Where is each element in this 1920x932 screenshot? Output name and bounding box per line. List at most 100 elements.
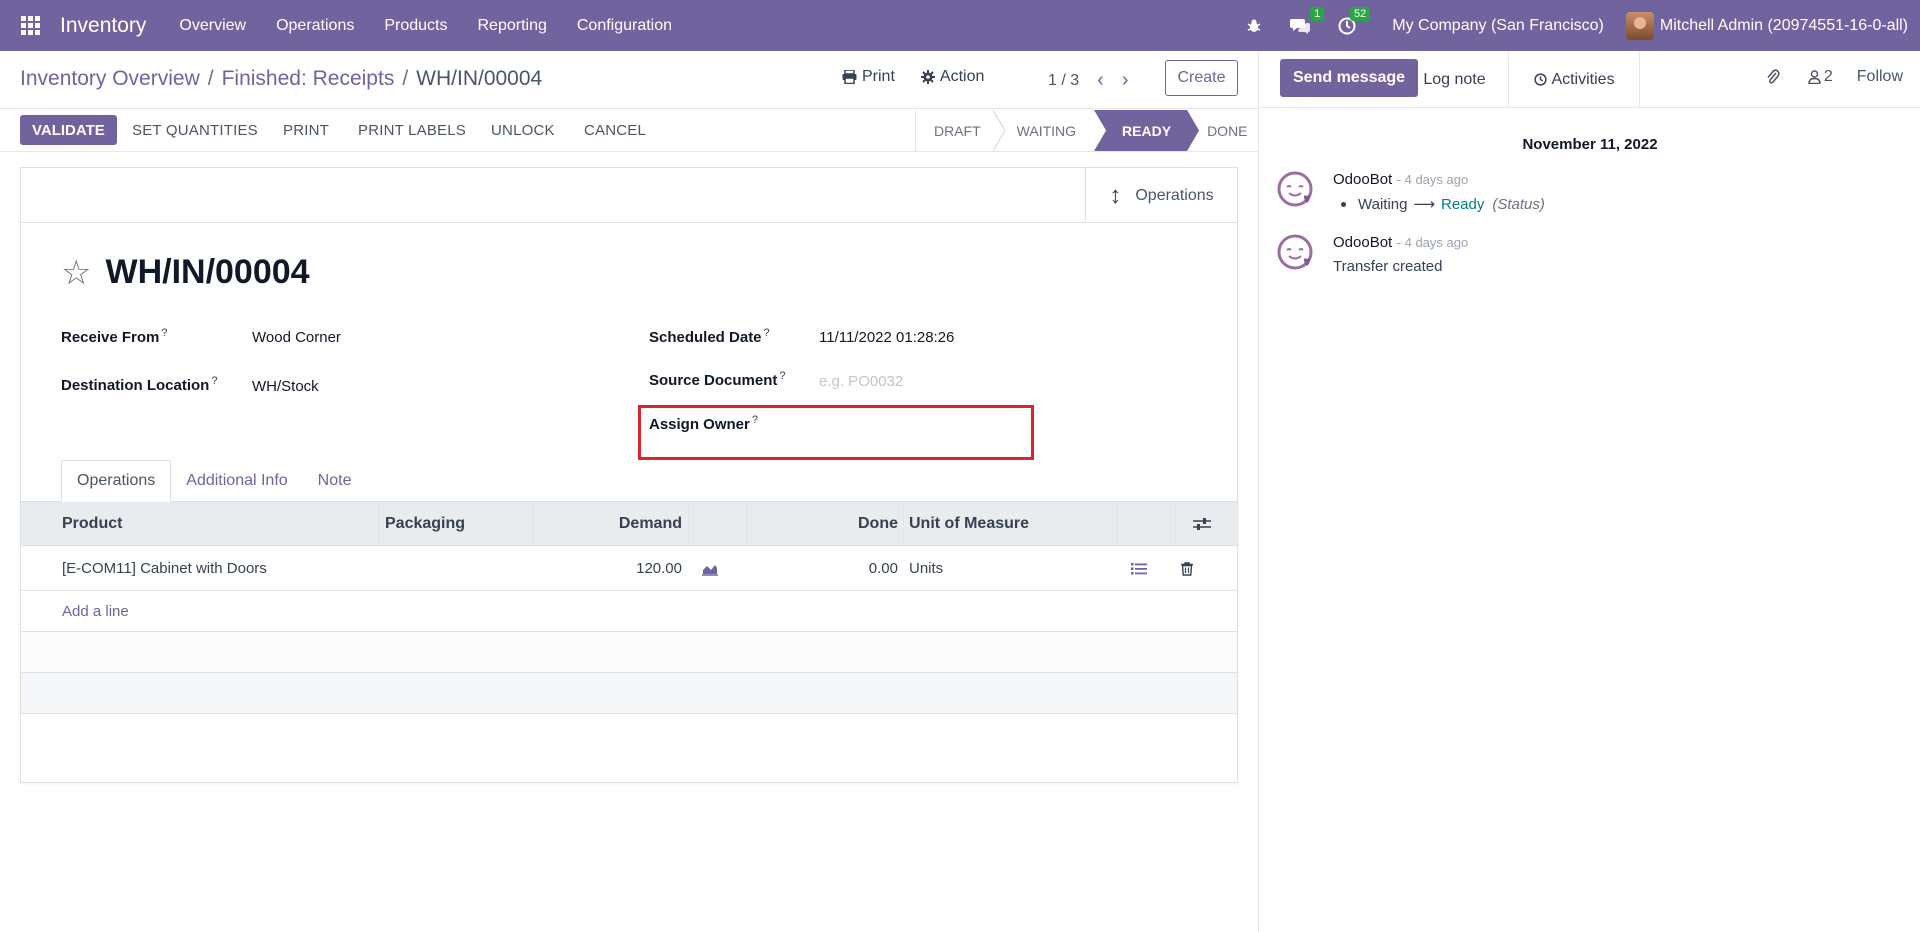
- row-demand[interactable]: 120.00: [533, 546, 682, 591]
- activities-button[interactable]: Activities: [1510, 51, 1640, 108]
- log-note-button[interactable]: Log note: [1401, 51, 1509, 108]
- app-name[interactable]: Inventory: [60, 14, 146, 38]
- followers-button[interactable]: 2: [1808, 68, 1833, 86]
- action-dropdown[interactable]: Action: [920, 68, 985, 86]
- chatter-panel: Send message Log note Activities 2 Follo…: [1258, 51, 1920, 932]
- button-box: ↕ Operations: [21, 168, 1237, 223]
- tab-note[interactable]: Note: [303, 460, 367, 502]
- menu-reporting[interactable]: Reporting: [462, 17, 561, 35]
- add-line-link[interactable]: Add a line: [62, 603, 129, 620]
- record-title: ☆ WH/IN/00004: [61, 253, 310, 292]
- stage-draft[interactable]: DRAFT: [915, 110, 1005, 151]
- chevron-right-icon[interactable]: ›: [1122, 69, 1129, 92]
- apps-menu-button[interactable]: [0, 0, 60, 51]
- breadcrumb-receipts[interactable]: Finished: Receipts: [222, 67, 395, 90]
- company-switcher[interactable]: My Company (San Francisco): [1392, 17, 1604, 35]
- print-dropdown[interactable]: Print: [842, 68, 895, 86]
- help-icon[interactable]: ?: [764, 327, 770, 339]
- record-pager: 1 / 3 ‹ ›: [1048, 69, 1128, 92]
- print-button[interactable]: PRINT: [283, 122, 329, 139]
- stage-waiting[interactable]: WAITING: [999, 110, 1094, 151]
- stage-pipeline: DRAFT WAITING READY DONE: [915, 110, 1266, 151]
- trash-icon[interactable]: [1181, 546, 1193, 591]
- col-unit-of-measure[interactable]: Unit of Measure: [909, 502, 1029, 546]
- arrow-right-icon: ⟶: [1413, 196, 1435, 213]
- printer-icon: [842, 70, 857, 84]
- activities-clock-icon[interactable]: 52: [1338, 6, 1371, 35]
- follow-button[interactable]: Follow: [1857, 68, 1903, 86]
- column-settings-icon[interactable]: [1193, 502, 1211, 546]
- help-icon[interactable]: ?: [161, 327, 167, 339]
- source-document-input[interactable]: e.g. PO0032: [819, 373, 903, 390]
- odoobot-avatar[interactable]: [1277, 171, 1317, 211]
- debug-bug-icon[interactable]: [1246, 18, 1262, 34]
- unlock-button[interactable]: UNLOCK: [491, 122, 555, 139]
- stage-done-label: DONE: [1207, 122, 1248, 139]
- destination-location-field[interactable]: WH/Stock: [252, 378, 319, 395]
- col-packaging[interactable]: Packaging: [385, 502, 465, 546]
- destination-location-label: Destination Location?: [61, 375, 218, 394]
- star-icon[interactable]: ☆: [61, 256, 91, 290]
- tab-additional-info[interactable]: Additional Info: [171, 460, 302, 502]
- breadcrumb-separator: /: [207, 67, 214, 90]
- forecast-chart-icon[interactable]: [701, 546, 719, 591]
- user-icon: [1808, 70, 1821, 84]
- tracking-value: Waiting ⟶ Ready (Status): [1333, 195, 1545, 213]
- create-button[interactable]: Create: [1165, 60, 1238, 96]
- empty-row: [21, 673, 1237, 714]
- messages-badge: 1: [1310, 6, 1325, 21]
- message-author[interactable]: OdooBot: [1333, 234, 1392, 251]
- paperclip-icon[interactable]: [1766, 68, 1780, 86]
- user-avatar[interactable]: [1625, 11, 1654, 40]
- stage-ready[interactable]: READY: [1094, 110, 1199, 151]
- validate-button[interactable]: VALIDATE: [20, 115, 117, 145]
- pager-value[interactable]: 1 / 3: [1048, 72, 1079, 90]
- scheduled-date-field[interactable]: 11/11/2022 01:28:26: [819, 329, 954, 346]
- stage-done[interactable]: DONE: [1199, 110, 1265, 151]
- row-product[interactable]: [E-COM11] Cabinet with Doors: [62, 546, 267, 591]
- help-icon[interactable]: ?: [779, 370, 785, 382]
- operations-smart-button[interactable]: ↕ Operations: [1085, 168, 1237, 223]
- col-product[interactable]: Product: [62, 502, 122, 546]
- clock-icon: [1534, 73, 1548, 86]
- message-text: Transfer created: [1333, 258, 1443, 275]
- menu-configuration[interactable]: Configuration: [562, 17, 687, 35]
- chatter-topbar: Send message Log note Activities 2 Follo…: [1259, 51, 1920, 108]
- chatter-message: OdooBot - 4 days ago Transfer created: [1277, 234, 1897, 286]
- cancel-button[interactable]: CANCEL: [584, 122, 646, 139]
- print-labels-button[interactable]: PRINT LABELS: [358, 122, 466, 139]
- menu-operations[interactable]: Operations: [261, 17, 369, 35]
- scheduled-date-label: Scheduled Date?: [649, 327, 770, 346]
- action-label: Action: [939, 68, 985, 85]
- empty-row: [21, 632, 1237, 673]
- receive-from-label: Receive From?: [61, 327, 168, 346]
- messages-chat-icon[interactable]: 1: [1290, 6, 1325, 35]
- row-uom[interactable]: Units: [909, 546, 943, 591]
- col-demand[interactable]: Demand: [533, 502, 682, 546]
- record-name[interactable]: WH/IN/00004: [105, 253, 309, 292]
- send-message-button[interactable]: Send message: [1280, 59, 1419, 97]
- new-value: Ready: [1440, 195, 1485, 213]
- breadcrumb-inventory-overview[interactable]: Inventory Overview: [20, 67, 200, 90]
- detailed-operations-list-icon[interactable]: [1131, 546, 1147, 591]
- menu-products[interactable]: Products: [369, 17, 462, 35]
- odoobot-avatar[interactable]: [1277, 234, 1317, 274]
- menu-overview[interactable]: Overview: [164, 17, 261, 35]
- breadcrumb-current: WH/IN/00004: [416, 67, 543, 90]
- chevron-left-icon[interactable]: ‹: [1097, 69, 1104, 92]
- col-done[interactable]: Done: [747, 502, 898, 546]
- message-author[interactable]: OdooBot: [1333, 171, 1392, 188]
- stage-ready-label: READY: [1122, 122, 1172, 139]
- operations-smart-label: Operations: [1135, 186, 1214, 204]
- receive-from-field[interactable]: Wood Corner: [252, 329, 341, 346]
- row-done[interactable]: 0.00: [747, 546, 898, 591]
- help-icon[interactable]: ?: [211, 375, 217, 387]
- tab-operations[interactable]: Operations: [61, 460, 172, 502]
- user-menu[interactable]: Mitchell Admin (20974551-16-0-all): [1660, 17, 1908, 35]
- table-row[interactable]: [E-COM11] Cabinet with Doors 120.00 0.00…: [21, 546, 1237, 591]
- control-panel: Inventory Overview / Finished: Receipts / WH…: [0, 51, 1258, 109]
- message-time: - 4 days ago: [1396, 172, 1469, 187]
- assign-owner-highlight: [638, 405, 1034, 460]
- set-quantities-button[interactable]: SET QUANTITIES: [132, 122, 258, 139]
- old-value: Waiting: [1358, 195, 1408, 213]
